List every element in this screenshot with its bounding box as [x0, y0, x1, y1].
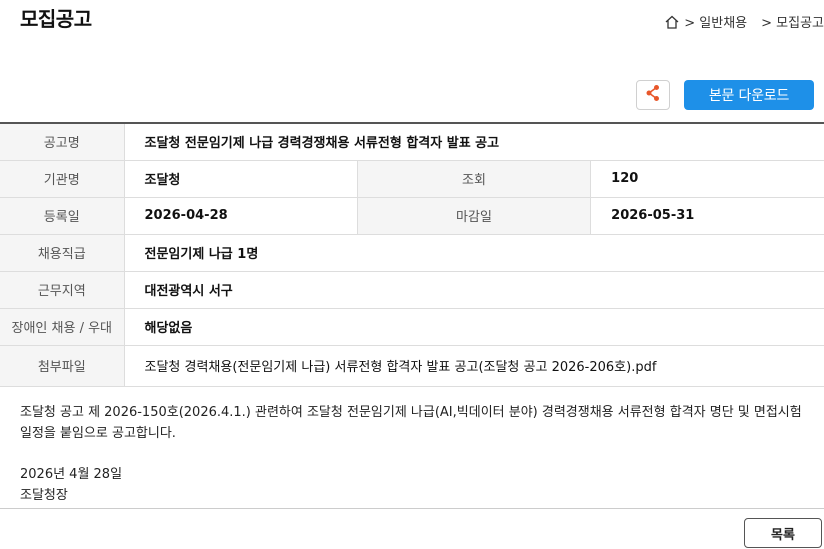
position-value: 전문임기제 나급 1명 [124, 234, 824, 272]
deadline-label: 마감일 [356, 197, 592, 235]
page-title: 모집공고 [20, 7, 92, 31]
table-row: 공고명 조달청 전문임기제 나급 경력경쟁채용 서류전형 합격자 발표 공고 [0, 123, 824, 161]
position-label: 채용직급 [0, 234, 125, 272]
views-value: 120 [590, 160, 824, 198]
body-date: 2026년 4월 28일 [20, 467, 123, 482]
share-icon [645, 84, 661, 106]
table-row: 근무지역 대전광역시 서구 [0, 271, 824, 309]
registered-value: 2026-04-28 [124, 197, 358, 235]
breadcrumb-item-general-hiring[interactable]: > 일반채용 [684, 12, 747, 31]
deadline-value: 2026-05-31 [590, 197, 824, 235]
location-label: 근무지역 [0, 271, 125, 309]
table-row: 기관명 조달청 조회 120 [0, 160, 824, 198]
notice-body: 조달청 공고 제 2026-150호(2026.4.1.) 관련하여 조달청 전… [20, 402, 812, 506]
table-row: 첨부파일 조달청 경력채용(전문임기제 나급) 서류전형 합격자 발표 공고(조… [0, 345, 824, 387]
table-row: 등록일 2026-04-28 마감일 2026-05-31 [0, 197, 824, 235]
list-button[interactable]: 목록 [744, 518, 822, 548]
views-label: 조회 [356, 160, 592, 198]
home-icon[interactable] [664, 14, 680, 30]
attachment-link[interactable]: 조달청 경력채용(전문임기제 나급) 서류전형 합격자 발표 공고(조달청 공고… [124, 345, 824, 387]
notice-name-value: 조달청 전문임기제 나급 경력경쟁채용 서류전형 합격자 발표 공고 [124, 123, 824, 161]
attachment-label: 첨부파일 [0, 345, 125, 387]
notice-info-table: 공고명 조달청 전문임기제 나급 경력경쟁채용 서류전형 합격자 발표 공고 기… [0, 122, 824, 387]
breadcrumb: > 일반채용 > 모집공고 [664, 12, 824, 31]
agency-value: 조달청 [124, 160, 358, 198]
share-button[interactable] [636, 80, 670, 110]
table-row: 채용직급 전문임기제 나급 1명 [0, 234, 824, 272]
disability-value: 해당없음 [124, 308, 824, 346]
download-body-button[interactable]: 본문 다운로드 [684, 80, 814, 110]
location-value: 대전광역시 서구 [124, 271, 824, 309]
body-paragraph: 조달청 공고 제 2026-150호(2026.4.1.) 관련하여 조달청 전… [20, 405, 802, 441]
disability-label: 장애인 채용 / 우대 [0, 308, 125, 346]
divider [0, 508, 824, 509]
table-row: 장애인 채용 / 우대 해당없음 [0, 308, 824, 346]
registered-label: 등록일 [0, 197, 125, 235]
notice-name-label: 공고명 [0, 123, 125, 161]
breadcrumb-item-recruitment[interactable]: > 모집공고 [761, 12, 824, 31]
agency-label: 기관명 [0, 160, 125, 198]
body-signature: 조달청장 [20, 488, 68, 503]
toolbar: 본문 다운로드 [636, 80, 814, 110]
